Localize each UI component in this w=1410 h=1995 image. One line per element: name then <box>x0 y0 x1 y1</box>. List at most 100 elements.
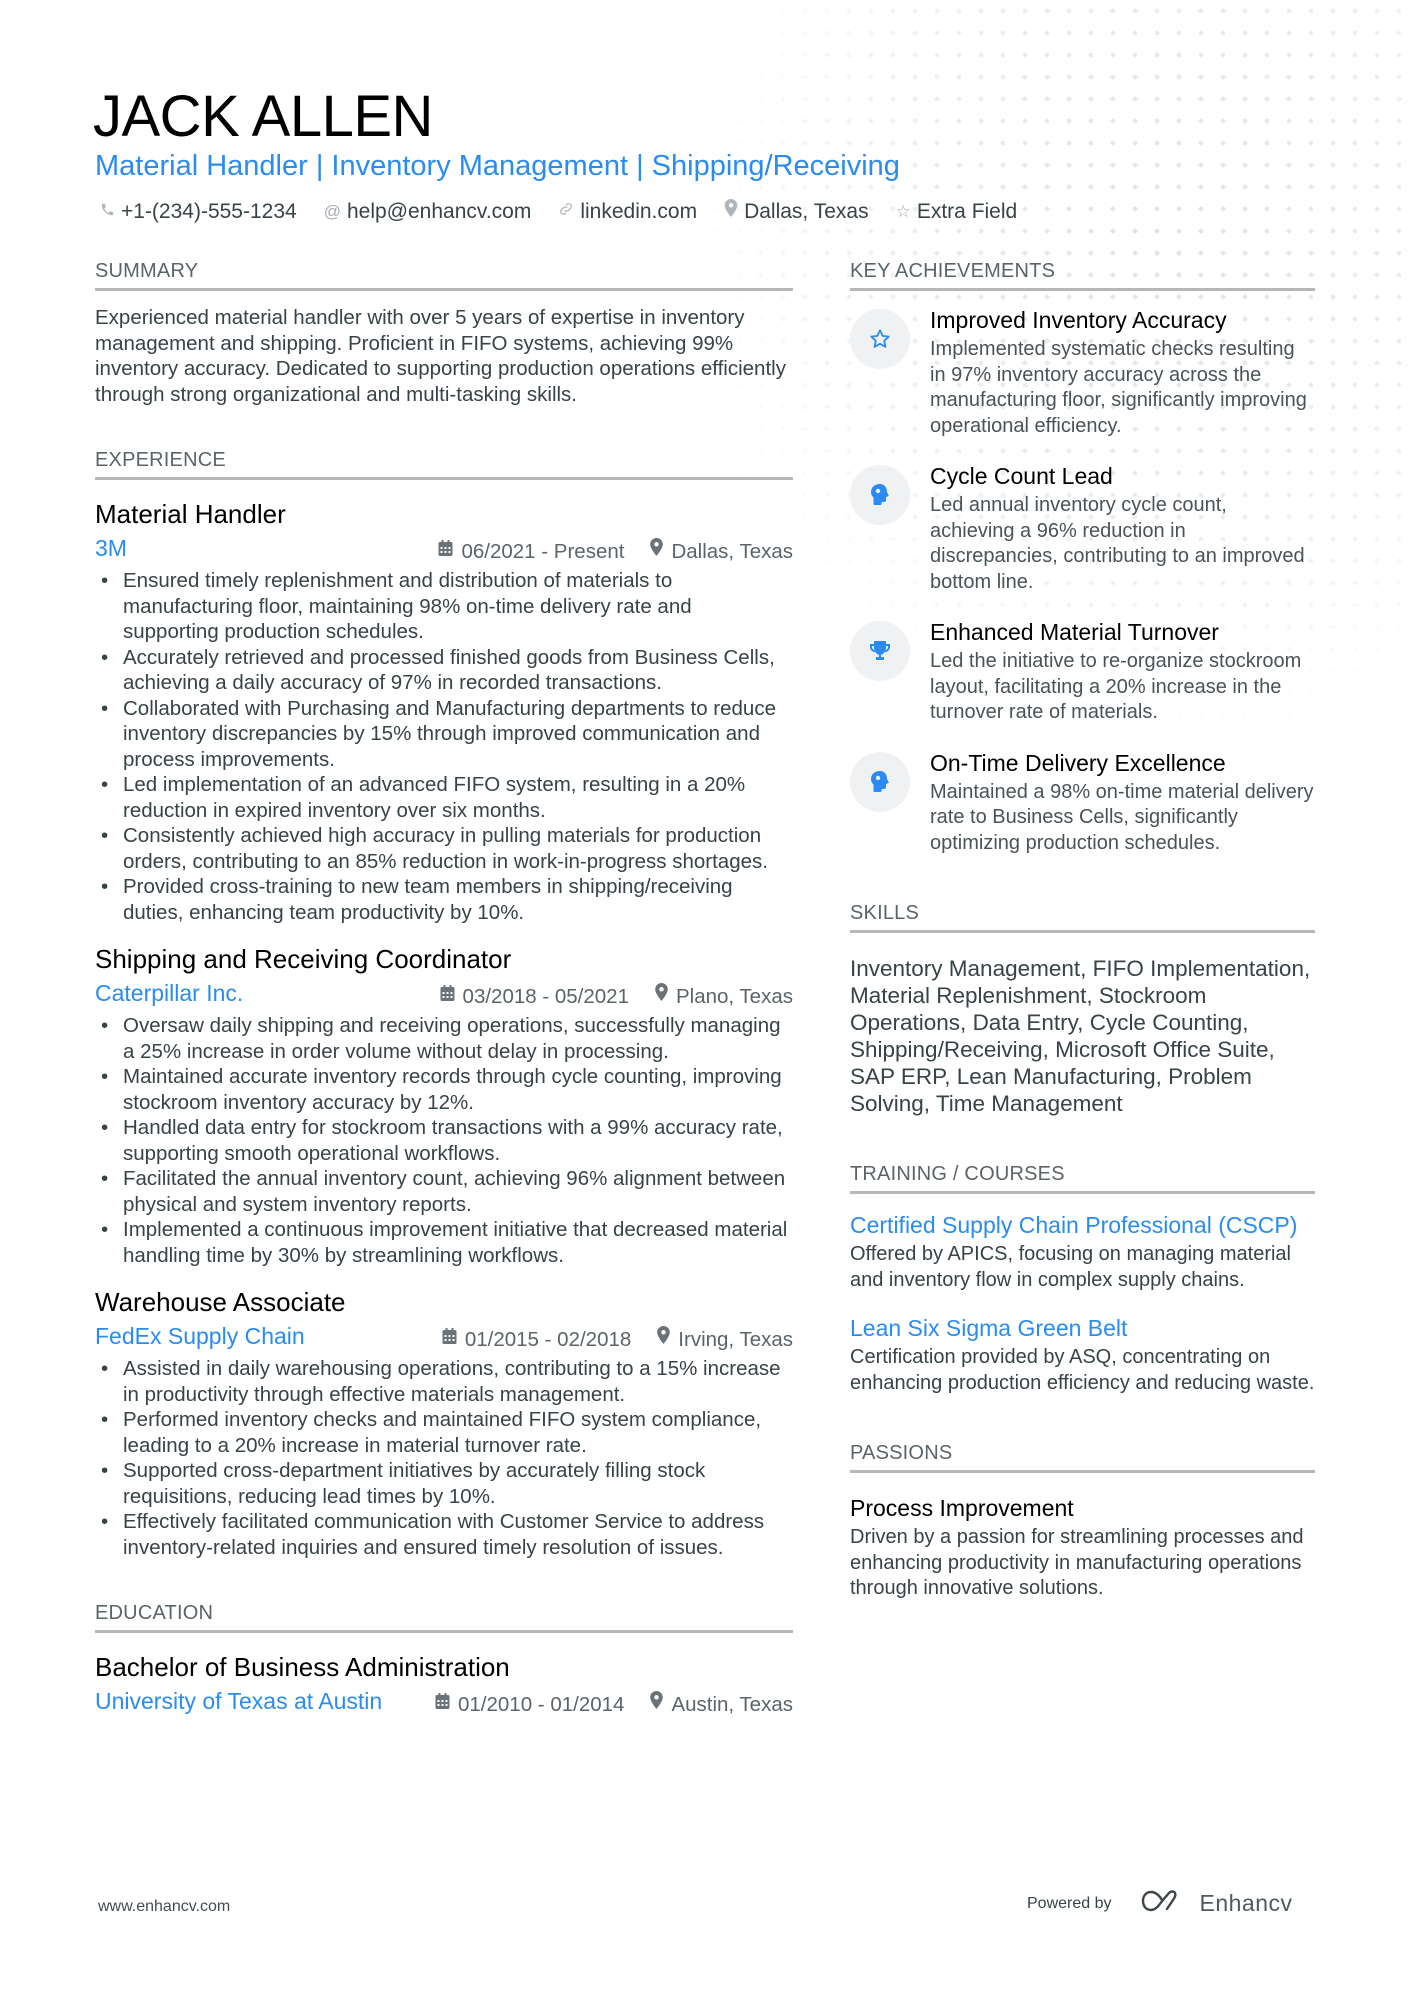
job-location: Irving, Texas <box>678 1328 793 1351</box>
job-dates: 03/2018 - 05/2021 <box>462 985 629 1008</box>
job-bullet: Assisted in daily warehousing operations… <box>95 1356 793 1407</box>
location-pin-icon <box>655 983 668 1011</box>
contact-location-text: Dallas, Texas <box>744 200 869 223</box>
job-bullets: Assisted in daily warehousing operations… <box>95 1356 793 1560</box>
section-title-experience: EXPERIENCE <box>95 447 793 480</box>
job-title: Shipping and Receiving Coordinator <box>95 944 512 974</box>
job-bullet: Accurately retrieved and processed finis… <box>95 645 793 696</box>
job-bullets: Oversaw daily shipping and receiving ope… <box>95 1013 793 1268</box>
job-bullet: Handled data entry for stockroom transac… <box>95 1115 793 1166</box>
calendar-icon <box>438 538 453 566</box>
course-description: Offered by APICS, focusing on managing m… <box>850 1243 1291 1291</box>
link-icon <box>558 198 574 226</box>
section-title-skills: SKILLS <box>850 900 1315 933</box>
contact-location: Dallas, Texas <box>724 198 869 226</box>
course-item: Lean Six Sigma Green Belt Certification … <box>850 1313 1315 1396</box>
phone-icon <box>100 198 115 226</box>
resume-page: JACK ALLEN Material Handler | Inventory … <box>0 0 1410 1995</box>
experience-item: Shipping and Receiving Coordinator Cater… <box>95 943 793 1268</box>
job-bullet: Implemented a continuous improvement ini… <box>95 1217 793 1268</box>
brain-head-icon <box>850 465 910 525</box>
passion-title: Process Improvement <box>850 1495 1074 1521</box>
job-meta: Caterpillar Inc. 03/2018 - 05/2021 Plano… <box>95 979 793 1011</box>
footer-branding: Powered by Enhancv <box>1027 1888 1293 1919</box>
company-name[interactable]: FedEx Supply Chain <box>95 1322 305 1350</box>
brain-head-icon <box>850 751 910 812</box>
school-name[interactable]: University of Texas at Austin <box>95 1687 382 1715</box>
right-column: KEY ACHIEVEMENTS Improved Inventory Accu… <box>850 258 1315 1602</box>
section-title-passions: PASSIONS <box>850 1440 1315 1473</box>
job-bullet: Ensured timely replenishment and distrib… <box>95 568 793 645</box>
candidate-name: JACK ALLEN <box>93 84 433 149</box>
achievement-item: On-Time Delivery Excellence Maintained a… <box>850 748 1315 857</box>
contact-phone[interactable]: +1-(234)-555-1234 <box>100 198 297 226</box>
course-title[interactable]: Lean Six Sigma Green Belt <box>850 1313 1315 1343</box>
summary-text: Experienced material handler with over 5… <box>95 306 786 406</box>
job-bullet: Supported cross-department initiatives b… <box>95 1458 793 1509</box>
education-dates: 01/2010 - 01/2014 <box>458 1693 625 1716</box>
left-column: SUMMARY Experienced material handler wit… <box>95 258 793 1719</box>
enhancv-logo-icon <box>1140 1888 1186 1919</box>
contact-extra-text: Extra Field <box>916 200 1018 223</box>
achievement-description: Led the initiative to re-organize stockr… <box>930 650 1302 723</box>
location-pin-icon <box>650 1691 664 1719</box>
job-meta: 3M 06/2021 - Present Dallas, Texas <box>95 534 793 566</box>
at-icon: @ <box>323 202 341 221</box>
achievement-item: Improved Inventory Accuracy Implemented … <box>850 305 1315 439</box>
contact-bar: +1-(234)-555-1234 @ help@enhancv.com lin… <box>100 198 1017 226</box>
section-title-training: TRAINING / COURSES <box>850 1161 1315 1194</box>
candidate-headline: Material Handler | Inventory Management … <box>95 150 900 182</box>
company-name[interactable]: Caterpillar Inc. <box>95 979 243 1007</box>
job-bullet: Performed inventory checks and maintaine… <box>95 1407 793 1458</box>
job-location: Dallas, Texas <box>671 540 793 563</box>
achievement-description: Maintained a 98% on-time material delive… <box>930 780 1314 854</box>
location-pin-icon <box>650 538 664 566</box>
contact-extra: ☆ Extra Field <box>896 198 1018 226</box>
job-bullet: Effectively facilitated communication wi… <box>95 1509 793 1560</box>
job-location: Plano, Texas <box>675 985 793 1008</box>
education-item: Bachelor of Business Administration Univ… <box>95 1651 793 1719</box>
company-name[interactable]: 3M <box>95 534 127 562</box>
location-pin-icon <box>724 198 738 226</box>
footer-website-link[interactable]: www.enhancv.com <box>98 1898 230 1916</box>
enhancv-logo[interactable]: Enhancv <box>1140 1888 1293 1919</box>
achievement-title: Cycle Count Lead <box>930 463 1113 489</box>
course-title[interactable]: Certified Supply Chain Professional (CSC… <box>850 1210 1315 1240</box>
contact-email[interactable]: @ help@enhancv.com <box>324 198 532 226</box>
job-title: Warehouse Associate <box>95 1287 346 1317</box>
calendar-icon <box>442 1326 457 1354</box>
calendar-icon <box>440 983 455 1011</box>
star-icon: ☆ <box>895 202 911 221</box>
skills-list: Inventory Management, FIFO Implementatio… <box>850 956 1311 1116</box>
course-item: Certified Supply Chain Professional (CSC… <box>850 1210 1315 1293</box>
job-bullets: Ensured timely replenishment and distrib… <box>95 568 793 925</box>
section-title-education: EDUCATION <box>95 1600 793 1633</box>
location-pin-icon <box>657 1326 671 1354</box>
experience-item: Warehouse Associate FedEx Supply Chain 0… <box>95 1286 793 1560</box>
education-meta: University of Texas at Austin 01/2010 - … <box>95 1687 793 1719</box>
star-icon <box>850 309 910 369</box>
contact-linkedin[interactable]: linkedin.com <box>558 198 697 226</box>
degree-title: Bachelor of Business Administration <box>95 1652 510 1682</box>
powered-by-label: Powered by <box>1027 1894 1112 1912</box>
job-bullet: Oversaw daily shipping and receiving ope… <box>95 1013 793 1064</box>
achievement-title: Enhanced Material Turnover <box>930 619 1219 645</box>
contact-linkedin-text: linkedin.com <box>580 200 698 223</box>
course-description: Certification provided by ASQ, concentra… <box>850 1346 1315 1394</box>
passion-description: Driven by a passion for streamlining pro… <box>850 1526 1304 1599</box>
job-title: Material Handler <box>95 499 286 529</box>
achievement-description: Led annual inventory cycle count, achiev… <box>930 494 1305 593</box>
section-title-summary: SUMMARY <box>95 258 793 291</box>
calendar-icon <box>435 1691 450 1719</box>
contact-email-text: help@enhancv.com <box>346 200 532 223</box>
job-dates: 01/2015 - 02/2018 <box>464 1328 632 1351</box>
achievement-item: Enhanced Material Turnover Led the initi… <box>850 617 1315 726</box>
section-title-key-achievements: KEY ACHIEVEMENTS <box>850 258 1315 291</box>
achievement-description: Implemented systematic checks resulting … <box>930 338 1307 437</box>
education-location: Austin, Texas <box>671 1693 793 1716</box>
job-bullet: Collaborated with Purchasing and Manufac… <box>95 696 793 773</box>
contact-phone-text: +1-(234)-555-1234 <box>121 200 297 223</box>
achievement-title: On-Time Delivery Excellence <box>930 749 1226 776</box>
job-bullet: Led implementation of an advanced FIFO s… <box>95 772 793 823</box>
experience-item: Material Handler 3M 06/2021 - Present Da… <box>95 498 793 925</box>
